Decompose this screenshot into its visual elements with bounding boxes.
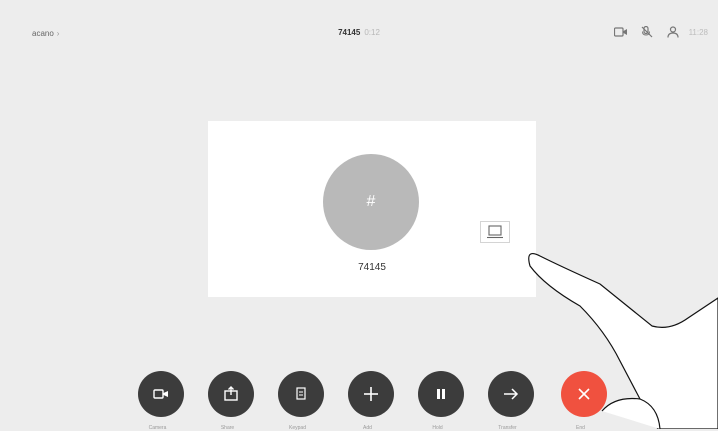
hold-label: Hold [432, 425, 443, 431]
participants-icon[interactable] [665, 24, 681, 40]
call-controls: Camera Share Keypad Add Hold Transfer En… [0, 371, 718, 431]
participant-name: 74145 [358, 262, 386, 273]
share-button[interactable]: Share [208, 371, 254, 431]
pause-icon [437, 389, 445, 399]
keypad-button[interactable]: Keypad [278, 371, 324, 431]
video-camera-icon [153, 389, 168, 399]
end-call-button[interactable]: End [561, 371, 607, 431]
plus-icon [364, 387, 378, 401]
add-button[interactable]: Add [348, 371, 394, 431]
close-icon [578, 388, 590, 400]
transfer-button[interactable]: Transfer [488, 371, 534, 431]
camera-button[interactable]: Camera [138, 371, 184, 431]
arrow-right-icon [504, 388, 519, 400]
selfview-button[interactable] [480, 221, 510, 243]
selfview-icon [487, 225, 503, 239]
add-label: Add [363, 425, 372, 431]
camera-icon[interactable] [613, 24, 629, 40]
keypad-label: Keypad [289, 425, 306, 431]
share-label: Share [220, 425, 235, 431]
top-bar: acano › 74145 0:12 11:28 [0, 0, 718, 70]
keypad-icon [296, 387, 306, 400]
avatar-symbol: # [366, 193, 376, 210]
share-icon [224, 386, 238, 401]
camera-label: Camera [148, 425, 167, 431]
call-number: 74145 [338, 28, 361, 37]
call-tile: # 74145 [208, 121, 536, 297]
call-duration: 0:12 [364, 28, 380, 37]
hold-button[interactable]: Hold [418, 371, 464, 431]
status-icons: 11:28 [603, 24, 708, 40]
transfer-label: Transfer [498, 425, 517, 431]
end-label: End [576, 425, 585, 431]
avatar: # [323, 154, 419, 250]
microphone-muted-icon[interactable] [639, 24, 655, 40]
clock: 11:28 [688, 27, 708, 37]
